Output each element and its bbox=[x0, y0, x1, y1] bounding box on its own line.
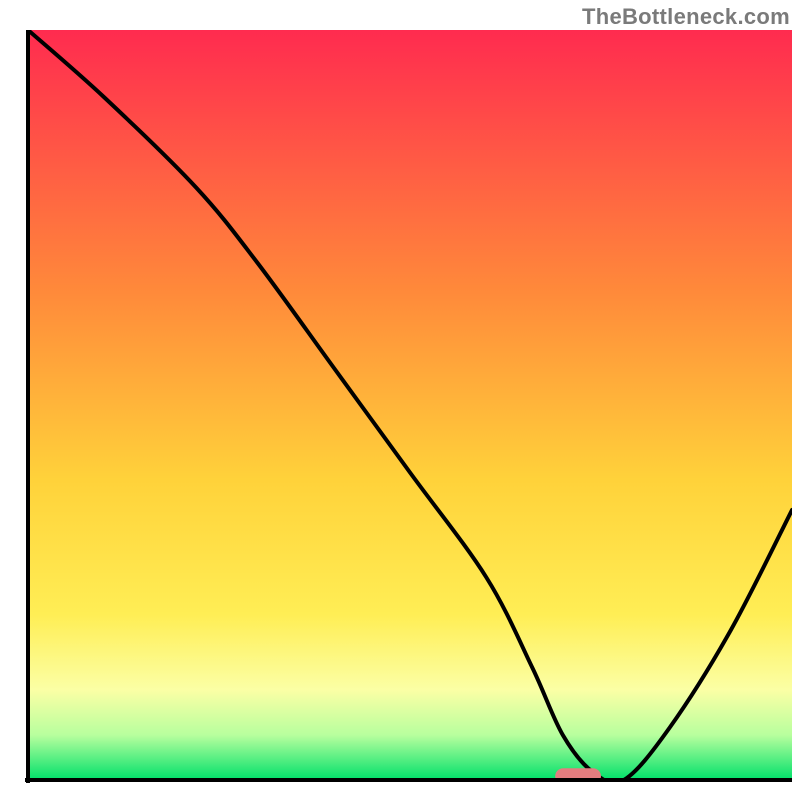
watermark-text: TheBottleneck.com bbox=[582, 4, 790, 30]
bottleneck-chart bbox=[0, 0, 800, 800]
chart-container: TheBottleneck.com bbox=[0, 0, 800, 800]
gradient-background bbox=[28, 30, 792, 780]
